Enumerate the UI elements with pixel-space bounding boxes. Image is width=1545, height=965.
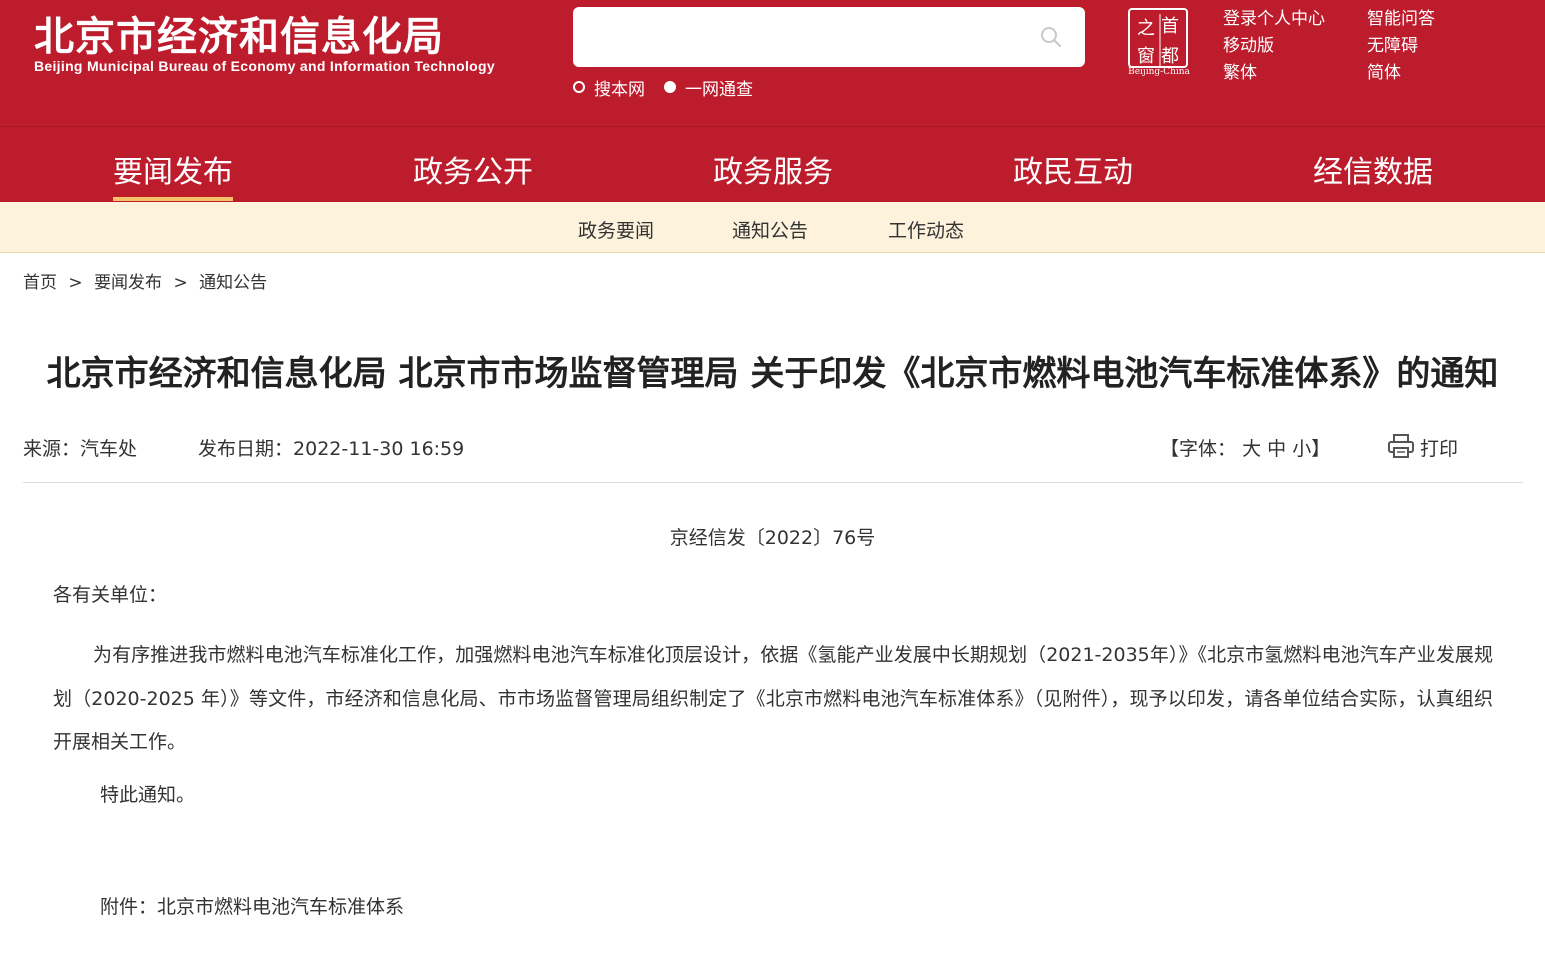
nav-item-news[interactable]: 要闻发布 — [113, 147, 233, 191]
search-box — [573, 7, 1085, 67]
printer-icon[interactable] — [1387, 433, 1415, 459]
main-nav: 要闻发布 政务公开 政务服务 政民互动 经信数据 — [0, 126, 1545, 202]
font-size-medium[interactable]: 中 — [1267, 438, 1286, 460]
login-link[interactable]: 登录个人中心 — [1223, 4, 1325, 29]
site-header: 北京市经济和信息化局 Beijing Municipal Bureau of E… — [0, 0, 1545, 126]
article-date: 发布日期：2022-11-30 16:59 — [198, 434, 464, 461]
seal-char: 都 — [1161, 46, 1179, 67]
smart-qa-link[interactable]: 智能问答 — [1367, 4, 1435, 29]
simplified-chinese-link[interactable]: 简体 — [1367, 58, 1401, 83]
sub-nav-item-notices[interactable]: 通知公告 — [732, 216, 808, 243]
print-button[interactable]: 打印 — [1420, 434, 1458, 461]
capital-window-seal[interactable]: 之 首 窗 都 Beijing-China — [1124, 6, 1192, 78]
body-paragraph: 为有序推进我市燃料电池汽车标准化工作，加强燃料电池汽车标准化顶层设计，依据《氢能… — [53, 644, 1493, 753]
article-title: 北京市经济和信息化局 北京市市场监督管理局 关于印发《北京市燃料电池汽车标准体系… — [46, 354, 1499, 394]
font-size-prefix: 【字体： — [1160, 438, 1237, 460]
nav-item-services[interactable]: 政务服务 — [713, 147, 833, 191]
font-size-suffix: 】 — [1311, 438, 1331, 460]
seal-char: 首 — [1161, 16, 1179, 37]
font-size-control: 【字体： 大 中 小】 — [1160, 434, 1330, 461]
scope-option-site[interactable]: 搜本网 — [573, 76, 645, 100]
site-logo-english[interactable]: Beijing Municipal Bureau of Economy and … — [34, 58, 495, 74]
closing-text: 特此通知。 — [100, 784, 196, 806]
meta-divider — [23, 482, 1523, 483]
seal-char: 之 — [1137, 18, 1155, 39]
breadcrumb-notices[interactable]: 通知公告 — [199, 273, 267, 293]
mobile-link[interactable]: 移动版 — [1223, 31, 1274, 56]
breadcrumb-separator: > — [68, 273, 83, 293]
scope-option-label: 搜本网 — [594, 79, 645, 100]
document-number: 京经信发〔2022〕76号 — [669, 527, 876, 549]
article-source: 来源：汽车处 — [23, 434, 137, 461]
breadcrumb-news[interactable]: 要闻发布 — [94, 273, 162, 293]
nav-item-disclosure[interactable]: 政务公开 — [413, 147, 533, 191]
scope-option-all[interactable]: 一网通查 — [664, 76, 753, 100]
breadcrumb-separator: > — [173, 273, 188, 293]
radio-unselected-icon[interactable] — [573, 81, 585, 93]
font-size-large[interactable]: 大 — [1242, 438, 1261, 460]
sub-nav-item-work-updates[interactable]: 工作动态 — [888, 216, 964, 243]
seal-char: 窗 — [1137, 46, 1155, 67]
sub-nav: 政务要闻 通知公告 工作动态 — [0, 202, 1545, 253]
source-value: 汽车处 — [80, 438, 138, 460]
site-logo-chinese[interactable]: 北京市经济和信息化局 — [34, 4, 444, 62]
scope-option-label: 一网通查 — [685, 79, 753, 100]
nav-item-interaction[interactable]: 政民互动 — [1013, 147, 1133, 191]
sub-nav-item-gov-news[interactable]: 政务要闻 — [578, 216, 654, 243]
traditional-chinese-link[interactable]: 繁体 — [1223, 58, 1257, 83]
nav-item-data[interactable]: 经信数据 — [1313, 147, 1433, 191]
radio-selected-icon[interactable] — [664, 81, 676, 93]
active-nav-indicator — [113, 197, 233, 201]
date-label: 发布日期： — [198, 438, 294, 460]
seal-chars: 之 首 窗 都 — [1137, 14, 1179, 67]
attachment-link[interactable]: 附件：北京市燃料电池汽车标准体系 — [100, 892, 404, 919]
breadcrumb: 首页 > 要闻发布 > 通知公告 — [23, 268, 267, 293]
search-input[interactable] — [585, 17, 1025, 57]
search-icon[interactable] — [1040, 26, 1062, 48]
date-value: 2022-11-30 16:59 — [293, 438, 465, 460]
accessibility-link[interactable]: 无障碍 — [1367, 31, 1418, 56]
salutation: 各有关单位： — [53, 584, 168, 606]
seal-caption: Beijing-China — [1128, 67, 1190, 77]
breadcrumb-home[interactable]: 首页 — [23, 273, 57, 293]
font-size-small[interactable]: 小 — [1292, 438, 1311, 460]
source-label: 来源： — [23, 438, 81, 460]
